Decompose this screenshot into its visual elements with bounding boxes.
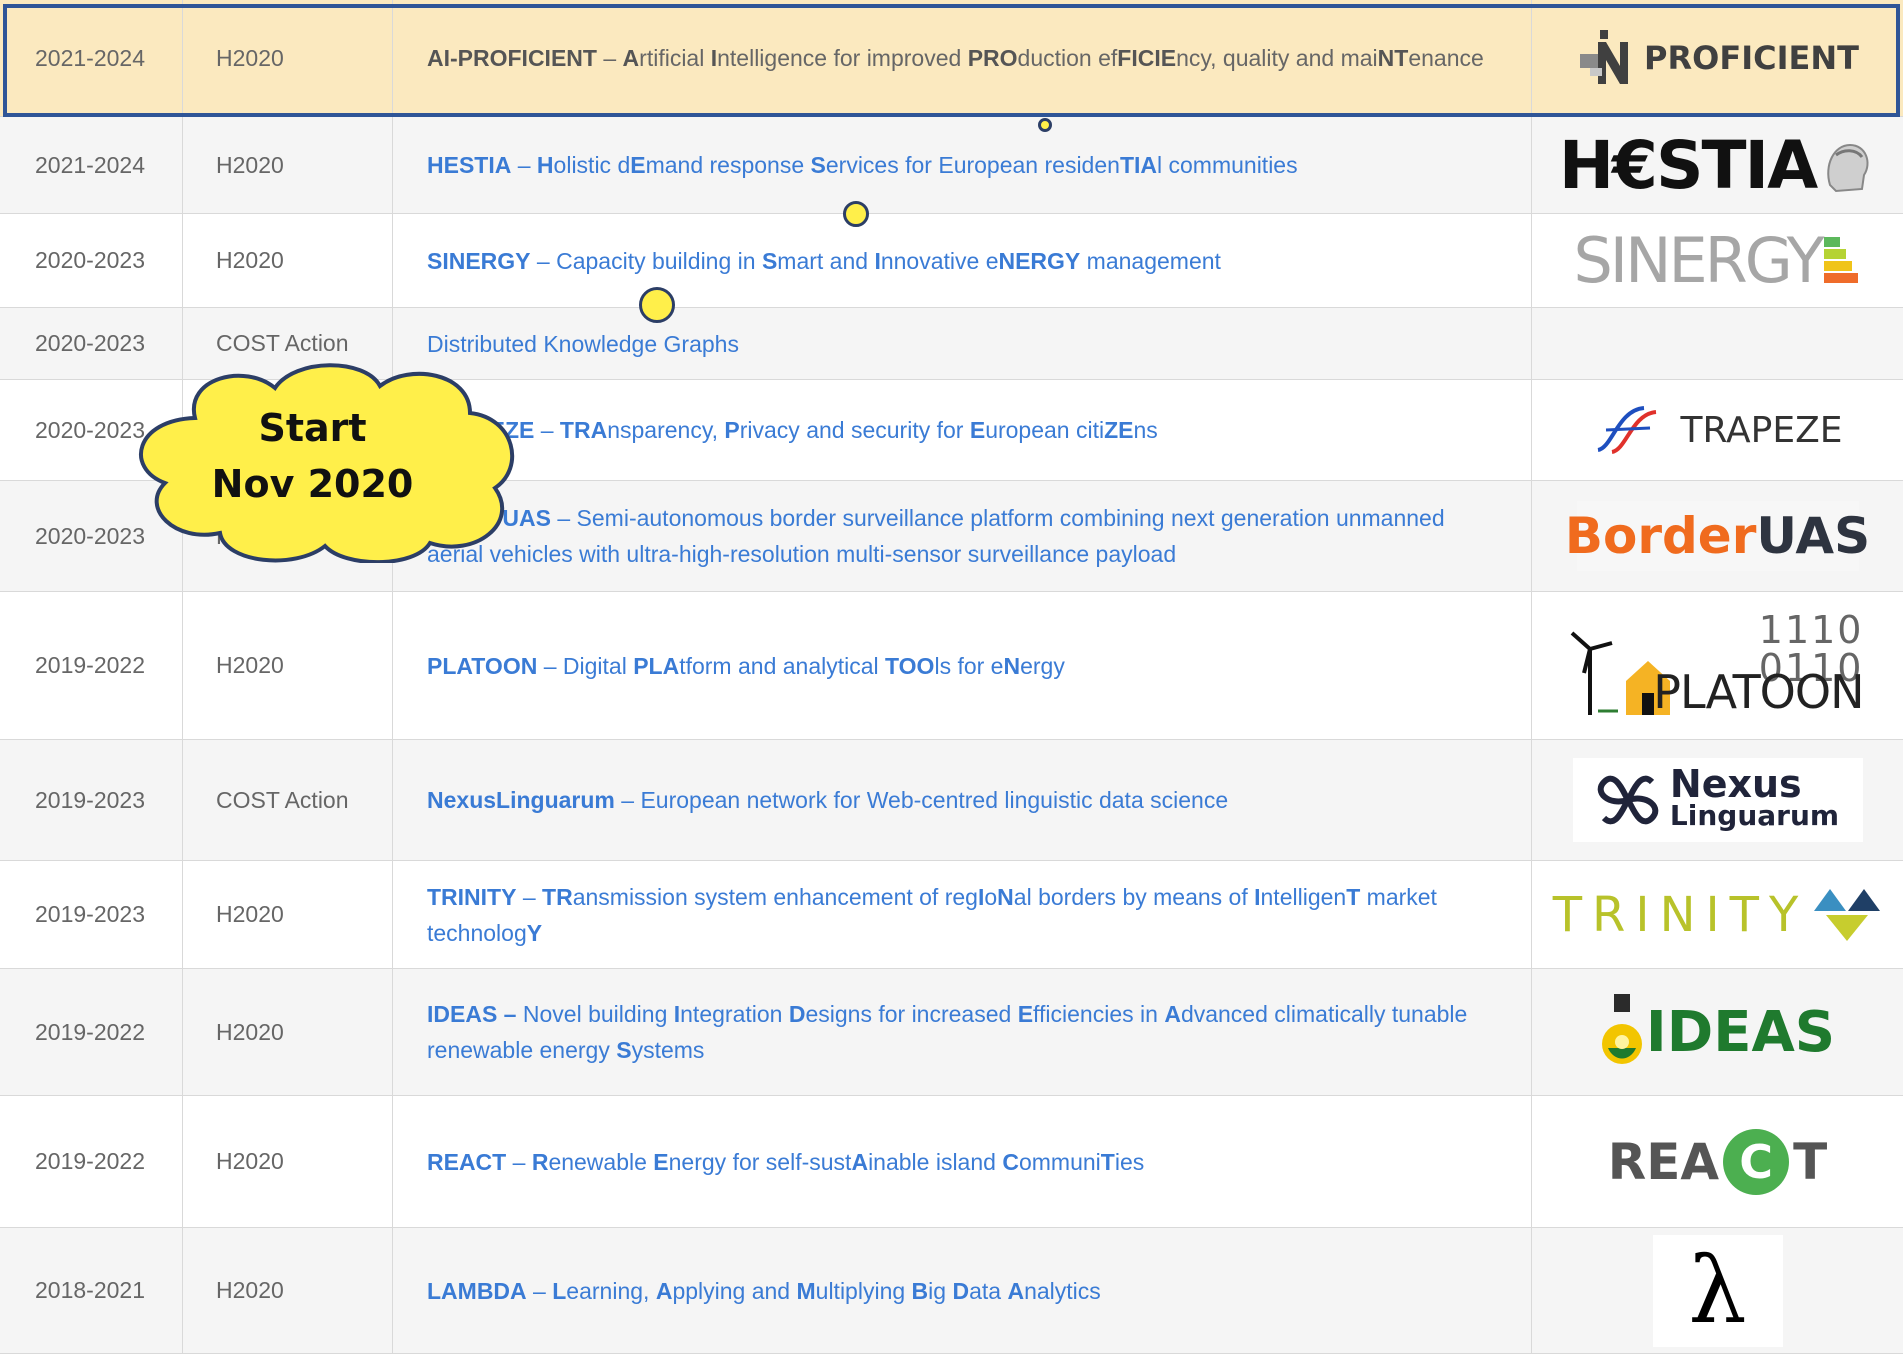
logo-text-pre: REA [1607,1132,1720,1191]
period-cell: 2021-2024 [0,117,183,213]
hestia-logo: H€STIA [1559,127,1876,204]
project-link[interactable]: TRAPEZE – TRAnsparency, Privacy and secu… [393,380,1532,480]
logo-cell: IDEAS [1532,969,1903,1095]
logo-text: PLATOON [1653,664,1864,719]
callout-dot-large [639,287,675,323]
start-callout: Start Nov 2020 [125,400,500,512]
programme-cell: H2020 [183,592,393,739]
logo-cell: 1110 0110 PLATOON [1532,592,1903,739]
table-row: 2021-2024 H2020 AI-PROFICIENT – Artificial… [0,0,1903,117]
logo-cell: TRAPEZE [1532,380,1903,480]
project-link[interactable]: LAMBDA – Learning, Applying and Multiply… [393,1228,1532,1353]
proficient-n-icon [1580,30,1629,84]
platoon-logo: 1110 0110 PLATOON [1568,611,1868,721]
period-cell: 2018-2021 [0,1228,183,1353]
borderuas-logo: Border UAS [1565,501,1870,571]
logo-cell: TRINITY [1532,861,1903,968]
trapeze-swirl-icon [1597,406,1657,454]
callout-line-2: Nov 2020 [211,462,414,506]
logo-subtext: Linguarum [1669,799,1840,832]
trapeze-logo: TRAPEZE [1592,402,1843,458]
bits-line-1: 1110 [1758,607,1864,652]
project-link[interactable]: NexusLinguarum – European network for We… [393,740,1532,860]
green-c-icon: C [1723,1128,1790,1195]
logo-text: H€STIA [1558,126,1818,204]
period-cell: 2021-2024 [0,0,183,116]
period-cell: 2019-2023 [0,740,183,860]
programme-cell: H2020 [183,117,393,213]
callout-line-1: Start [258,406,367,450]
period-cell: 2019-2023 [0,861,183,968]
logo-text: PROFICIENT [1644,39,1859,77]
programme-cell: H2020 [183,1228,393,1353]
programme-cell: H2020 [183,969,393,1095]
period-cell: 2019-2022 [0,969,183,1095]
table-row: 2019-2023 COST Action NexusLinguarum – Eur… [0,740,1903,861]
table-row: 2021-2024 H2020 HESTIA – Holistic dEmand r… [0,117,1903,214]
energy-label-icon [1823,236,1858,283]
programme-cell: COST Action [183,740,393,860]
project-link[interactable]: PLATOON – Digital PLAtform and analytica… [393,592,1532,739]
lambda-logo: λ [1652,1234,1783,1347]
table-row: 2018-2021 H2020 LAMBDA – Learning, Applyin… [0,1228,1903,1354]
infinity-knot-icon [1597,775,1659,825]
logo-text: TRINITY [1552,886,1809,943]
logo-cell: λ [1532,1228,1903,1353]
project-link[interactable]: SINERGY – Capacity building in Smart and… [393,214,1532,307]
nexuslinguarum-logo: Nexus Linguarum [1572,758,1863,842]
trinity-logo: TRINITY [1553,885,1883,945]
nexus-words: Nexus Linguarum [1669,762,1840,832]
programme-cell: H2020 [183,0,393,116]
logo-text: Nexus [1669,762,1802,806]
logo-cell: PROFICIENT [1532,0,1903,116]
table-row: 2019-2023 H2020 TRINITY – TRansmission sys… [0,861,1903,969]
logo-cell: SINERGY [1532,214,1903,307]
statue-head-icon [1827,143,1869,193]
ideas-logo: IDEAS [1600,992,1835,1072]
project-link[interactable]: REACT – Renewable Energy for self-sustAi… [393,1096,1532,1227]
logo-cell: Nexus Linguarum [1532,740,1903,860]
project-link[interactable]: Distributed Knowledge Graphs [393,308,1532,379]
project-link[interactable]: BorderUAS – Semi-autonomous border surve… [393,481,1532,591]
table-row: 2020-2023 H2020 SINERGY – Capacity buildin… [0,214,1903,308]
logo-cell [1532,308,1903,379]
logo-cell: Border UAS [1532,481,1903,591]
logo-text: SINERGY [1573,224,1824,297]
logo-text: TRAPEZE [1680,409,1843,451]
proficient-logo: PROFICIENT [1576,28,1859,88]
programme-cell: H2020 [183,861,393,968]
lambda-icon: λ [1688,1237,1747,1344]
logo-text-post: T [1793,1132,1828,1191]
logo-text-uas: UAS [1756,507,1871,565]
callout-dot-small [1038,118,1052,132]
callout-dot-medium [843,201,869,227]
react-logo: REA C T [1607,1128,1828,1195]
table-row: 2019-2022 H2020 IDEAS – Novel building Int… [0,969,1903,1096]
period-cell: 2020-2023 [0,214,183,307]
logo-text: IDEAS [1645,999,1836,1065]
logo-cell: H€STIA [1532,117,1903,213]
programme-cell: H2020 [183,1096,393,1227]
period-cell: 2019-2022 [0,1096,183,1227]
sinergy-logo: SINERGY [1573,224,1861,297]
programme-cell: H2020 [183,214,393,307]
project-link[interactable]: IDEAS – Novel building Integration Desig… [393,969,1532,1095]
period-cell: 2019-2022 [0,592,183,739]
logo-cell: REA C T [1532,1096,1903,1227]
table-row: 2019-2022 H2020 REACT – Renewable Energy f… [0,1096,1903,1228]
table-row: 2019-2022 H2020 PLATOON – Digital PLAtform… [0,592,1903,740]
project-link[interactable]: AI-PROFICIENT – Artificial Intelligence … [393,0,1532,116]
project-link[interactable]: HESTIA – Holistic dEmand response Servic… [393,117,1532,213]
project-link[interactable]: TRINITY – TRansmission system enhancemen… [393,861,1532,968]
triangle-icon [1814,888,1881,941]
logo-text-border: Border [1564,507,1757,565]
bulb-icon [1601,994,1642,1064]
